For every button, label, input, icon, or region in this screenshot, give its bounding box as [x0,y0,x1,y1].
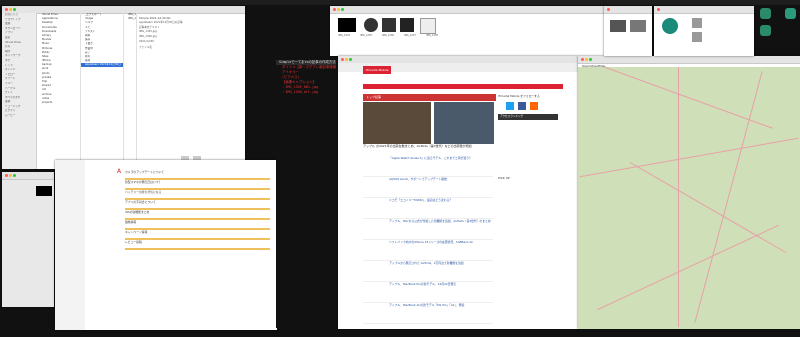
forum-line: カメラのアップデートについて [125,170,270,180]
zoom-icon[interactable] [341,8,344,11]
close-icon[interactable] [607,8,610,11]
zoom-icon[interactable] [349,58,352,61]
forum-line: 価格情報 [125,220,270,230]
site-logo[interactable]: ITmedia Mobile [363,66,391,74]
backup-app-icon[interactable] [760,8,771,19]
news-list-item[interactable]: アップル、Macから公式が付属した新機能を追加、AirPods（第3世代）のまと… [363,219,493,240]
terminal-lines: タイトル【新ーズデプレ新記事速報】 アイオペー (ピアメス) 【画像キャプション】 ・I… [276,65,336,94]
news-list: 「Apple Watch Series 5」に迫るモデル、これまでと何が違う？ A… [363,156,493,324]
preview-pane: Simple 2021-12-30.txt appleteam 2021年12月… [139,16,243,166]
sidebar-item[interactable]: ムービー [2,114,36,119]
minimize-icon[interactable] [345,58,348,61]
sidebar-title: ITmedia Mobile をフォローする [498,94,540,98]
terminal-window: Simpleでーてまtoの記事の作成方法 タイトル【新ーズデプレ新記事速報】 アイ… [276,60,336,328]
time-machine-window [654,6,754,56]
photo-thumbnail[interactable] [400,18,414,32]
news-list-item[interactable]: ソフトバンク向けのiPhone 13シリーズの在庫状況、SoftBank Air [363,240,493,261]
forum-left-column [55,160,85,330]
headline-image[interactable] [363,102,431,144]
photo-label: IMG_1238 [426,34,438,37]
photo-thumbnail[interactable] [338,18,356,32]
small-image-window [604,6,652,56]
file-item[interactable]: IMG_1346_alt.jpg [124,17,136,21]
photos-window: IMG_1234 IMG_1235 IMG_1236 IMG_1237 IMG_1238 [330,6,604,56]
ranking-header: アクセスランキング [498,114,558,120]
photo-label: IMG_1237 [404,34,416,37]
close-icon[interactable] [657,8,660,11]
news-list-item[interactable]: 「Apple Watch Series 5」に迫るモデル、これまでと何が違う？ [363,156,493,177]
rss-icon[interactable] [530,102,538,110]
photo-label: IMG_1234 [338,34,350,37]
news-list-item[interactable]: アップルから発売された AirPods、2万円台で新機能を追加 [363,261,493,282]
close-icon[interactable] [5,174,8,177]
minimize-icon[interactable] [585,58,588,61]
time-machine-icon[interactable] [662,18,678,34]
forum-line: 新型スマホの発売日はいつ？ [125,180,270,190]
time-machine-dock-icon[interactable] [785,8,796,19]
forum-line: レビュー投稿 [125,240,270,250]
minimize-icon[interactable] [9,8,12,11]
drive-icon[interactable] [692,32,702,42]
photo-label: IMG_1236 [382,34,394,37]
headline-image-2[interactable] [434,102,494,144]
map-canvas[interactable] [578,67,800,329]
finder-column-3: IMG_1345_001.jpgIMG_1346_alt.jpg [124,13,137,169]
news-red-bar [363,84,563,89]
forum-line: バッテリーの持ちが気になる [125,190,270,200]
forum-window: A カメラのアップデートについて 新型スマホの発売日はいつ？ バッテリーの持ちが気に… [55,160,277,330]
image-thumbnail[interactable] [610,20,626,32]
forum-content: カメラのアップデートについて 新型スマホの発売日はいつ？ バッテリーの持ちが気になる… [125,170,270,250]
photo-labels: IMG_1234 IMG_1235 IMG_1236 IMG_1237 IMG_1238 [338,34,458,37]
black-thumbnail [36,186,52,196]
photo-label: IMG_1235 [360,34,372,37]
forum-line: iOSの新機能まとめ [125,210,270,220]
finder-column-2: _エクスポート image ヘルプ メモ テキスト 資料 保存 下書き 作業中 完了 参考 素材 app… [81,13,124,169]
column-item[interactable]: projects [38,101,80,105]
image-thumbnail[interactable] [630,20,646,32]
photo-thumbnail[interactable] [382,18,396,32]
twitter-icon[interactable] [506,102,514,110]
column-item-selected[interactable]: appleteam 2021年12月30日 [81,63,123,68]
close-icon[interactable] [5,8,8,11]
forum-logo-icon: A [117,168,122,175]
terminal-line: ・IMG_1346_alt.jpg [282,90,319,94]
menu-bar [0,0,800,5]
zoom-icon[interactable] [13,8,16,11]
forum-line: キャンペーン情報 [125,230,270,240]
close-icon[interactable] [341,58,344,61]
news-list-item[interactable]: ドコモ「エコノミーMVNO」、最初はどう変わる？ [363,198,493,219]
close-icon[interactable] [333,8,336,11]
photo-thumbnail[interactable] [420,18,436,34]
finder-window: お気に入り デスクトップ 書類 ダウンロード アプリ 最近 iCloud Drive 共有 場所… [2,6,245,169]
zoom-icon[interactable] [589,58,592,61]
preview-line: ファイル名 [139,46,152,49]
drive-icon[interactable] [692,18,702,28]
photo-thumbnail[interactable] [364,18,378,32]
forum-line: アプリの不具合について [125,200,270,210]
finder-sidebar: お気に入り デスクトップ 書類 ダウンロード アプリ 最近 iCloud Drive 共有 場所… [2,13,37,169]
preview-lines: appleteam 2021年12月30日の記事 記事本文テキスト IMG_1345… [139,20,243,50]
news-list-item[interactable]: アップル、MacBook Airの新モデル「M1 Pro」「Air」、発表 [363,303,493,324]
pickup-label: PICK UP [498,176,510,180]
map-window: OpenStreetMap [578,56,800,329]
small-finder-window [2,172,54,307]
finder-column-1: iCloud Drive Applications Desktop Documents… [38,13,81,169]
storage-app-icon[interactable] [760,25,771,36]
news-list-item[interactable]: AQUOS zero6、サポートでアップデート開始 [363,177,493,198]
minimize-icon[interactable] [337,8,340,11]
minimize-icon[interactable] [9,174,12,177]
top-article-banner: トップ記事 [363,94,496,101]
facebook-icon[interactable] [518,102,526,110]
headline-text[interactable]: アップル の2021年の出荷台数まとめ、AirPods（第3世代）などの出荷量が… [363,144,493,148]
zoom-icon[interactable] [13,174,16,177]
news-list-item[interactable]: アップル、MacBook Proの新モデル、12月22日発売 [363,282,493,303]
news-browser-window: ITmedia Mobile トップ記事 アップル の2021年の出荷台数まとめ… [338,56,578,329]
close-icon[interactable] [581,58,584,61]
